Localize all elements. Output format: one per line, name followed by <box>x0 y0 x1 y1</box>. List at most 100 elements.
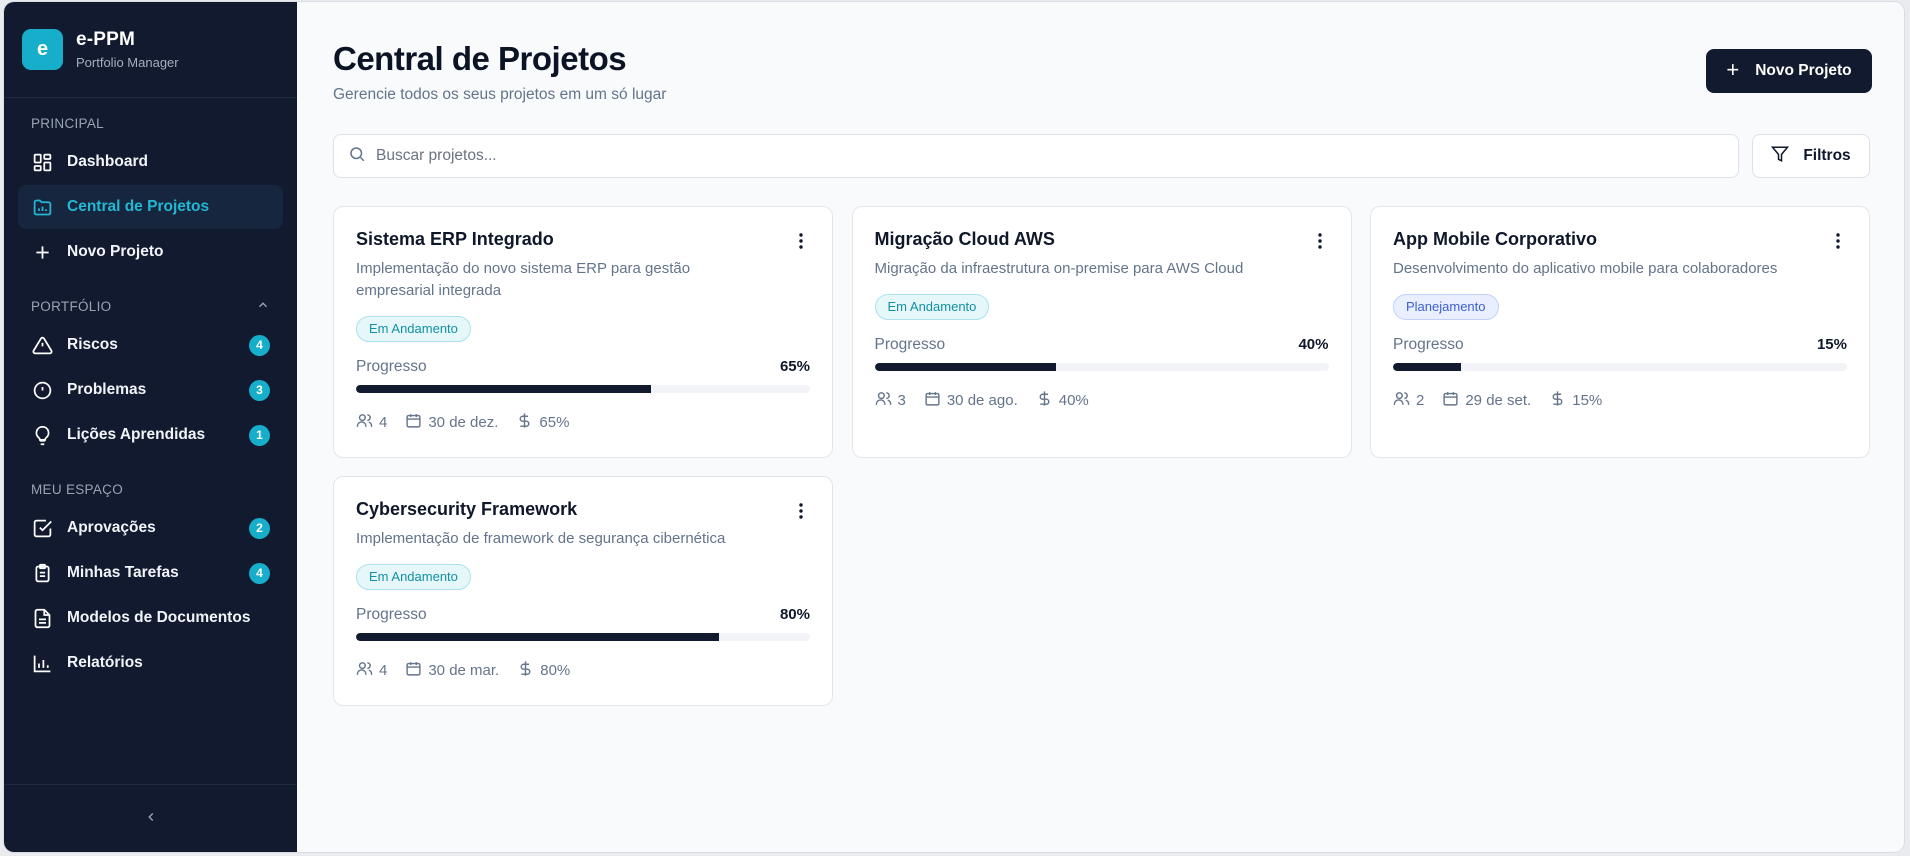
sidebar-item-label: Aprovações <box>67 519 156 536</box>
sidebar-item-dashboard[interactable]: Dashboard <box>18 140 283 184</box>
sidebar-item-label: Modelos de Documentos <box>67 609 251 626</box>
count-badge: 3 <box>249 379 270 401</box>
sidebar-item-aprovacoes[interactable]: Aprovações 2 <box>18 506 283 550</box>
users-icon <box>1393 390 1416 411</box>
dashboard-icon <box>31 151 53 173</box>
due-date: 29 de set. <box>1442 390 1531 411</box>
project-description: Implementação do novo sistema ERP para g… <box>356 260 691 299</box>
project-card[interactable]: Migração Cloud AWS Migração da infraestr… <box>851 206 1352 458</box>
dollar-icon <box>516 412 539 433</box>
brand[interactable]: e e-PPM Portfolio Manager <box>4 2 297 98</box>
filter-icon <box>1771 145 1803 168</box>
members: 4 <box>356 412 387 433</box>
plus-icon: + <box>1726 57 1740 82</box>
app-window: e e-PPM Portfolio Manager PRINCIPAL Dash… <box>4 2 1904 852</box>
users-icon <box>356 660 379 681</box>
progress-percent: 65% <box>779 358 810 375</box>
progress-bar <box>874 363 1329 371</box>
project-title: Cybersecurity Framework <box>356 499 578 519</box>
progress-bar <box>356 633 810 641</box>
progress-label: Progresso <box>356 606 427 623</box>
section-title-toggle[interactable]: PORTFÓLIO <box>18 295 283 317</box>
page-title: Central de Projetos <box>333 40 627 77</box>
sidebar-item-licoes-aprendidas[interactable]: Lições Aprendidas 1 <box>18 413 283 457</box>
sidebar: e e-PPM Portfolio Manager PRINCIPAL Dash… <box>4 2 297 852</box>
progress-label: Progresso <box>356 358 427 375</box>
members: 2 <box>1393 390 1424 411</box>
progress-label: Progresso <box>1393 336 1464 353</box>
progress-percent: 80% <box>779 606 810 623</box>
plus-icon <box>31 241 53 263</box>
project-description: Implementação de framework de segurança … <box>356 530 726 547</box>
sidebar-item-label: Central de Projetos <box>67 198 210 215</box>
alert-circle-icon <box>31 379 53 401</box>
status-badge: Em Andamento <box>874 294 990 320</box>
more-options-icon[interactable] <box>792 502 810 520</box>
sidebar-item-label: Problemas <box>67 381 147 398</box>
sidebar-item-novo-projeto[interactable]: Novo Projeto <box>18 230 283 274</box>
sidebar-item-modelos-de-documentos[interactable]: Modelos de Documentos <box>18 596 283 640</box>
budget: 15% <box>1549 390 1602 411</box>
calendar-icon <box>405 660 428 681</box>
project-card[interactable]: App Mobile Corporativo Desenvolvimento d… <box>1370 206 1870 458</box>
count-badge: 4 <box>249 334 270 356</box>
project-description: Migração da infraestrutura on-premise pa… <box>874 260 1244 277</box>
sidebar-item-label: Relatórios <box>67 654 143 671</box>
progress-percent: 15% <box>1816 336 1847 353</box>
due-date: 30 de ago. <box>924 390 1018 411</box>
warning-icon <box>31 334 53 356</box>
sidebar-item-label: Lições Aprendidas <box>67 426 206 443</box>
sidebar-collapse-button[interactable] <box>4 784 297 852</box>
progress-bar <box>1393 363 1847 371</box>
project-meta: 3 30 de ago. 40% <box>875 390 1329 411</box>
sidebar-item-riscos[interactable]: Riscos 4 <box>18 323 283 367</box>
progress-bar-fill <box>356 385 652 393</box>
more-options-icon[interactable] <box>792 232 810 250</box>
project-meta: 4 30 de mar. 80% <box>356 660 810 681</box>
project-grid: Sistema ERP Integrado Implementação do n… <box>333 206 1870 706</box>
sidebar-item-central-de-projetos[interactable]: Central de Projetos <box>18 185 283 229</box>
calendar-icon <box>405 412 428 433</box>
project-description: Desenvolvimento do aplicativo mobile par… <box>1393 260 1778 277</box>
folder-chart-icon <box>31 196 53 218</box>
users-icon <box>875 390 898 411</box>
progress-bar <box>356 385 810 393</box>
count-badge: 2 <box>249 517 270 539</box>
bar-chart-icon <box>31 652 53 674</box>
chevron-up-icon <box>256 298 270 315</box>
section-title: PRINCIPAL <box>31 115 104 131</box>
document-icon <box>31 607 53 629</box>
sidebar-item-minhas-tarefas[interactable]: Minhas Tarefas 4 <box>18 551 283 595</box>
section-title: MEU ESPAÇO <box>31 481 124 497</box>
budget: 65% <box>516 412 569 433</box>
status-badge: Em Andamento <box>356 564 471 590</box>
clipboard-icon <box>31 562 53 584</box>
progress-percent: 40% <box>1298 336 1329 353</box>
brand-subtitle: Portfolio Manager <box>76 55 179 70</box>
more-options-icon[interactable] <box>1311 232 1329 250</box>
sidebar-item-label: Dashboard <box>67 153 148 170</box>
search-input[interactable] <box>376 147 1676 165</box>
count-badge: 1 <box>249 424 270 446</box>
users-icon <box>356 412 379 433</box>
project-card[interactable]: Sistema ERP Integrado Implementação do n… <box>333 206 833 458</box>
brand-logo: e <box>22 29 63 70</box>
more-options-icon[interactable] <box>1829 232 1847 250</box>
brand-name: e-PPM <box>76 29 136 50</box>
members: 3 <box>875 390 906 411</box>
main-content: Central de Projetos Gerencie todos os se… <box>297 2 1904 852</box>
due-date: 30 de dez. <box>405 412 498 433</box>
due-date: 30 de mar. <box>405 660 499 681</box>
members: 4 <box>356 660 387 681</box>
filters-button[interactable]: Filtros <box>1752 134 1870 178</box>
status-badge: Planejamento <box>1393 294 1499 320</box>
new-project-button[interactable]: + Novo Projeto <box>1706 49 1872 93</box>
sidebar-item-problemas[interactable]: Problemas 3 <box>18 368 283 412</box>
project-card[interactable]: Cybersecurity Framework Implementação de… <box>333 476 833 706</box>
nav-section-principal: PRINCIPAL Dashboard Central de Projetos … <box>4 112 297 275</box>
sidebar-item-relatorios[interactable]: Relatórios <box>18 641 283 685</box>
calendar-icon <box>1442 390 1465 411</box>
project-title: Sistema ERP Integrado <box>356 229 554 249</box>
dollar-icon <box>1549 390 1572 411</box>
search-box <box>333 134 1739 178</box>
